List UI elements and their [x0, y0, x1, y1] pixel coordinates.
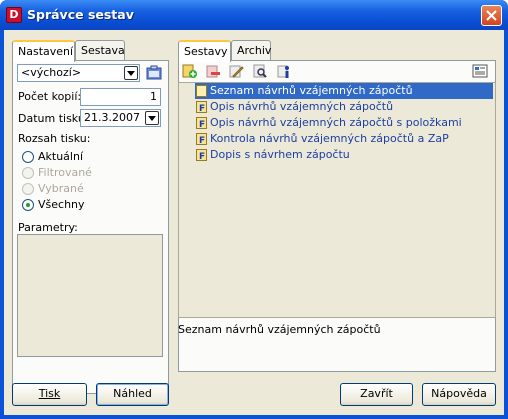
- document-icon: [196, 85, 207, 97]
- close-button[interactable]: Zavřít: [340, 383, 413, 406]
- tab-label: Nastavení: [18, 45, 74, 58]
- info-report-icon[interactable]: [276, 63, 292, 79]
- chevron-down-icon: [127, 71, 135, 76]
- preview-button[interactable]: Náhled: [96, 383, 169, 406]
- print-button-label: Tisk: [38, 387, 61, 400]
- radio-filtrovane-label: Filtrované: [38, 166, 92, 179]
- close-button-label: Zavřít: [360, 387, 393, 400]
- svg-text:F: F: [199, 120, 205, 129]
- report-item-4[interactable]: F Dopis s návrhem zápočtu: [195, 147, 493, 163]
- parameters-box[interactable]: [17, 234, 163, 357]
- report-item-2[interactable]: F Opis návrhů vzájemných zápočtů s polož…: [195, 115, 493, 131]
- tab-nastaveni[interactable]: Nastavení: [12, 40, 75, 62]
- radio-vsechny[interactable]: [22, 199, 34, 211]
- radio-vybrane-label: Vybrané: [38, 182, 84, 195]
- tab-archiv[interactable]: Archiv: [231, 40, 271, 60]
- svg-text:F: F: [199, 152, 205, 161]
- view-options-icon[interactable]: [472, 63, 488, 79]
- tab-sestava[interactable]: Sestava: [75, 40, 125, 60]
- report-description: Seznam návrhů vzájemných zápočtů: [178, 323, 381, 336]
- date-picker[interactable]: 21.3.2007: [80, 109, 161, 127]
- print-range-label: Rozsah tisku:: [18, 132, 91, 145]
- close-icon: [486, 10, 497, 21]
- report-name: Dopis s návrhem zápočtu: [210, 148, 350, 161]
- edit-report-icon[interactable]: [228, 63, 244, 79]
- radio-aktualni[interactable]: [22, 151, 34, 163]
- form-icon: F: [196, 101, 207, 113]
- tab-sestavy[interactable]: Sestavy: [178, 40, 231, 62]
- date-value: 21.3.2007: [84, 111, 140, 124]
- date-label: Datum tisku:: [18, 112, 89, 125]
- reports-list: Seznam návrhů vzájemných zápočtů F Opis …: [178, 82, 496, 318]
- report-name: Kontrola návrhů vzájemných zápočtů a ZaP: [210, 132, 449, 145]
- new-report-icon[interactable]: [182, 63, 198, 79]
- window-title: Správce sestav: [27, 7, 134, 22]
- report-item-3[interactable]: F Kontrola návrhů vzájemných zápočtů a Z…: [195, 131, 493, 147]
- tab-label: Archiv: [237, 44, 272, 57]
- folder-icon[interactable]: [146, 65, 162, 81]
- date-dropdown-button[interactable]: [145, 111, 159, 125]
- dialog-client-area: Nastavení Sestava <výchozí> Počet kopií:…: [4, 30, 504, 415]
- print-button[interactable]: Tisk: [12, 383, 87, 406]
- window: D Správce sestav Nastavení Sestava <vých…: [0, 0, 508, 419]
- svg-text:F: F: [199, 104, 205, 113]
- delete-report-icon[interactable]: [205, 63, 221, 79]
- parameters-label: Parametry:: [18, 221, 78, 234]
- help-button-label: Nápověda: [431, 387, 487, 400]
- template-combo[interactable]: <výchozí>: [17, 64, 140, 82]
- search-report-icon[interactable]: [252, 63, 268, 79]
- report-name: Opis návrhů vzájemných zápočtů s položka…: [210, 116, 462, 129]
- report-item-1[interactable]: F Opis návrhů vzájemných zápočtů: [195, 99, 493, 115]
- form-icon: F: [196, 133, 207, 145]
- tab-label: Sestavy: [184, 45, 228, 58]
- form-icon: F: [196, 117, 207, 129]
- report-item-0[interactable]: Seznam návrhů vzájemných zápočtů: [195, 83, 493, 99]
- tab-label: Sestava: [81, 44, 125, 57]
- form-icon: F: [196, 149, 207, 161]
- report-name: Seznam návrhů vzájemných zápočtů: [210, 84, 413, 97]
- title-bar[interactable]: D Správce sestav: [0, 0, 508, 30]
- radio-filtrovane[interactable]: [22, 167, 34, 179]
- report-name: Opis návrhů vzájemných zápočtů: [210, 100, 394, 113]
- radio-vsechny-label[interactable]: Všechny: [38, 198, 85, 211]
- dropdown-button[interactable]: [124, 66, 138, 80]
- svg-text:F: F: [199, 136, 205, 145]
- help-button[interactable]: Nápověda: [422, 383, 496, 406]
- close-window-button[interactable]: [481, 5, 502, 26]
- radio-aktualni-label[interactable]: Aktuální: [38, 150, 83, 163]
- radio-vybrane[interactable]: [22, 183, 34, 195]
- template-combo-value: <výchozí>: [21, 66, 82, 79]
- copies-label: Počet kopií:: [18, 90, 82, 103]
- preview-button-label: Náhled: [113, 387, 152, 400]
- app-icon[interactable]: D: [6, 7, 22, 23]
- chevron-down-icon: [148, 116, 156, 121]
- copies-field[interactable]: 1: [80, 88, 161, 106]
